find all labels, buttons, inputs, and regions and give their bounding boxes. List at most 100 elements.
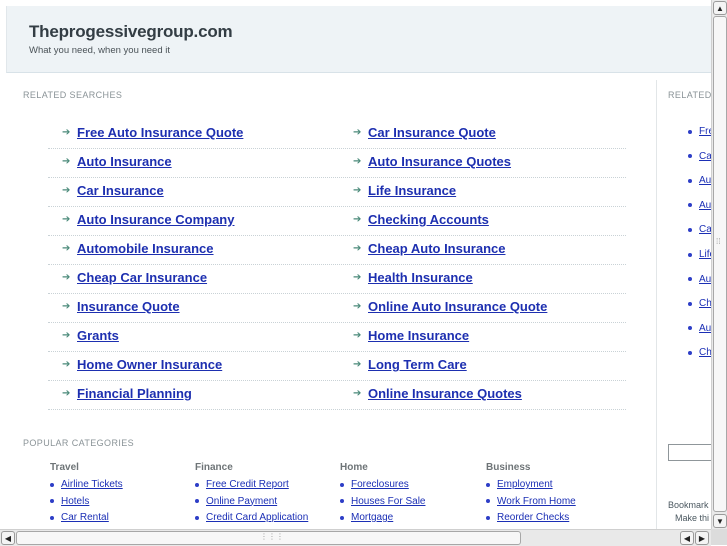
related-search-item[interactable]: ➔ Automobile Insurance xyxy=(62,241,214,256)
related-search-link[interactable]: Life Insurance xyxy=(368,183,456,198)
category-link[interactable]: Credit Card Application xyxy=(195,512,308,523)
related-search-link[interactable]: Car Insurance Quote xyxy=(368,125,496,140)
sidebar-link[interactable]: Fre xyxy=(688,126,711,137)
category-link-label[interactable]: Free Credit Report xyxy=(206,479,289,490)
category-link-label[interactable]: Houses For Sale xyxy=(351,496,425,507)
related-search-item[interactable]: ➔ Home Owner Insurance xyxy=(62,357,222,372)
related-search-link[interactable]: Car Insurance xyxy=(77,183,164,198)
scroll-up-button[interactable]: ▲ xyxy=(713,1,727,15)
sidebar-link[interactable]: Aut xyxy=(688,274,711,285)
sidebar-link[interactable]: Au xyxy=(688,200,711,211)
bookmark-text[interactable]: Bookmark xyxy=(668,500,709,510)
related-search-link[interactable]: Automobile Insurance xyxy=(77,241,214,256)
related-search-item[interactable]: ➔ Health Insurance xyxy=(353,270,473,285)
category-link-label[interactable]: Hotels xyxy=(61,496,89,507)
sidebar-link-label[interactable]: Fre xyxy=(699,126,711,137)
related-search-link[interactable]: Health Insurance xyxy=(368,270,473,285)
category-link-label[interactable]: Online Payment xyxy=(206,496,277,507)
related-search-item[interactable]: ➔ Online Insurance Quotes xyxy=(353,386,522,401)
vertical-scroll-thumb[interactable]: ⁞⁞ xyxy=(713,16,727,512)
related-search-link[interactable]: Home Owner Insurance xyxy=(77,357,222,372)
related-search-item[interactable]: ➔ Checking Accounts xyxy=(353,212,489,227)
related-search-item[interactable]: ➔ Insurance Quote xyxy=(62,299,180,314)
sidebar-link[interactable]: Ca xyxy=(688,151,711,162)
scroll-left-button[interactable]: ◀ xyxy=(1,531,15,545)
category-link[interactable]: Mortgage xyxy=(340,512,393,523)
horizontal-scrollbar[interactable]: ◀ ⋮⋮⋮ ◀ ▶ xyxy=(0,529,711,546)
sidebar-link[interactable]: Au xyxy=(688,323,711,334)
category-link-label[interactable]: Airline Tickets xyxy=(61,479,123,490)
category-link-label[interactable]: Car Rental xyxy=(61,512,109,523)
related-search-item[interactable]: ➔ Auto Insurance xyxy=(62,154,172,169)
related-search-item[interactable]: ➔ Auto Insurance Quotes xyxy=(353,154,511,169)
sidebar-link[interactable]: Aut xyxy=(688,175,711,186)
related-search-item[interactable]: ➔ Auto Insurance Company xyxy=(62,212,234,227)
category-link-label[interactable]: Mortgage xyxy=(351,512,393,523)
related-search-item[interactable]: ➔ Cheap Car Insurance xyxy=(62,270,207,285)
scroll-down-button[interactable]: ▼ xyxy=(713,514,727,528)
sidebar-link-label[interactable]: Aut xyxy=(699,175,711,186)
site-title: Theprogessivegroup.com xyxy=(29,22,233,41)
related-search-link[interactable]: Online Auto Insurance Quote xyxy=(368,299,547,314)
category-link[interactable]: Hotels xyxy=(50,496,89,507)
related-search-link[interactable]: Auto Insurance xyxy=(77,154,172,169)
related-search-item[interactable]: ➔ Car Insurance xyxy=(62,183,164,198)
category-link-label[interactable]: Credit Card Application xyxy=(206,512,308,523)
category-link-label[interactable]: Employment xyxy=(497,479,553,490)
category-link[interactable]: Car Rental xyxy=(50,512,109,523)
category-link-label[interactable]: Reorder Checks xyxy=(497,512,569,523)
sidebar-link-label[interactable]: Au xyxy=(699,323,711,334)
related-search-item[interactable]: ➔ Financial Planning xyxy=(62,386,192,401)
vertical-scrollbar[interactable]: ▲ ⁞⁞ ▼ xyxy=(711,0,727,529)
related-search-link[interactable]: Cheap Car Insurance xyxy=(77,270,207,285)
sidebar-link[interactable]: Ca xyxy=(688,224,711,235)
related-search-link[interactable]: Checking Accounts xyxy=(368,212,489,227)
related-search-item[interactable]: ➔ Car Insurance Quote xyxy=(353,125,496,140)
related-search-item[interactable]: ➔ Cheap Auto Insurance xyxy=(353,241,505,256)
related-search-item[interactable]: ➔ Free Auto Insurance Quote xyxy=(62,125,243,140)
related-search-row xyxy=(48,322,626,352)
related-search-item[interactable]: ➔ Long Term Care xyxy=(353,357,467,372)
related-search-link[interactable]: Financial Planning xyxy=(77,386,192,401)
category-link[interactable]: Houses For Sale xyxy=(340,496,425,507)
sidebar-link-label[interactable]: Ca xyxy=(699,151,711,162)
make-homepage-text[interactable]: Make thi xyxy=(675,513,709,523)
sidebar-link-label[interactable]: Au xyxy=(699,200,711,211)
sidebar-link-label[interactable]: Ch xyxy=(699,347,711,358)
sidebar-link[interactable]: Ch xyxy=(688,347,711,358)
category-link[interactable]: Reorder Checks xyxy=(486,512,569,523)
related-search-item[interactable]: ➔ Online Auto Insurance Quote xyxy=(353,299,547,314)
related-search-link[interactable]: Auto Insurance Company xyxy=(77,212,234,227)
category-link[interactable]: Employment xyxy=(486,479,553,490)
category-link[interactable]: Airline Tickets xyxy=(50,479,123,490)
sidebar-link-label[interactable]: Life xyxy=(699,249,711,260)
related-search-link[interactable]: Home Insurance xyxy=(368,328,469,343)
related-search-link[interactable]: Long Term Care xyxy=(368,357,467,372)
related-search-item[interactable]: ➔ Life Insurance xyxy=(353,183,456,198)
bullet-icon xyxy=(688,227,692,232)
related-search-item[interactable]: ➔ Grants xyxy=(62,328,119,343)
related-search-link[interactable]: Free Auto Insurance Quote xyxy=(77,125,243,140)
sidebar-search-input[interactable] xyxy=(668,444,711,461)
category-link[interactable]: Online Payment xyxy=(195,496,277,507)
category-link-label[interactable]: Foreclosures xyxy=(351,479,409,490)
related-search-link[interactable]: Auto Insurance Quotes xyxy=(368,154,511,169)
sidebar-link-label[interactable]: Aut xyxy=(699,274,711,285)
scroll-right-button[interactable]: ▶ xyxy=(695,531,709,545)
category-link[interactable]: Foreclosures xyxy=(340,479,409,490)
sidebar-link[interactable]: Ch xyxy=(688,298,711,309)
category-link[interactable]: Work From Home xyxy=(486,496,576,507)
category-link[interactable]: Free Credit Report xyxy=(195,479,289,490)
related-search-item[interactable]: ➔ Home Insurance xyxy=(353,328,469,343)
horizontal-scroll-thumb[interactable]: ⋮⋮⋮ xyxy=(16,531,521,545)
right-arrow-icon: ➔ xyxy=(62,156,71,167)
category-link-label[interactable]: Work From Home xyxy=(497,496,576,507)
related-search-link[interactable]: Grants xyxy=(77,328,119,343)
scroll-left-small-button[interactable]: ◀ xyxy=(680,531,694,545)
sidebar-link-label[interactable]: Ca xyxy=(699,224,711,235)
sidebar-link-label[interactable]: Ch xyxy=(699,298,711,309)
related-search-link[interactable]: Cheap Auto Insurance xyxy=(368,241,505,256)
sidebar-link[interactable]: Life xyxy=(688,249,711,260)
related-search-link[interactable]: Online Insurance Quotes xyxy=(368,386,522,401)
related-search-link[interactable]: Insurance Quote xyxy=(77,299,180,314)
